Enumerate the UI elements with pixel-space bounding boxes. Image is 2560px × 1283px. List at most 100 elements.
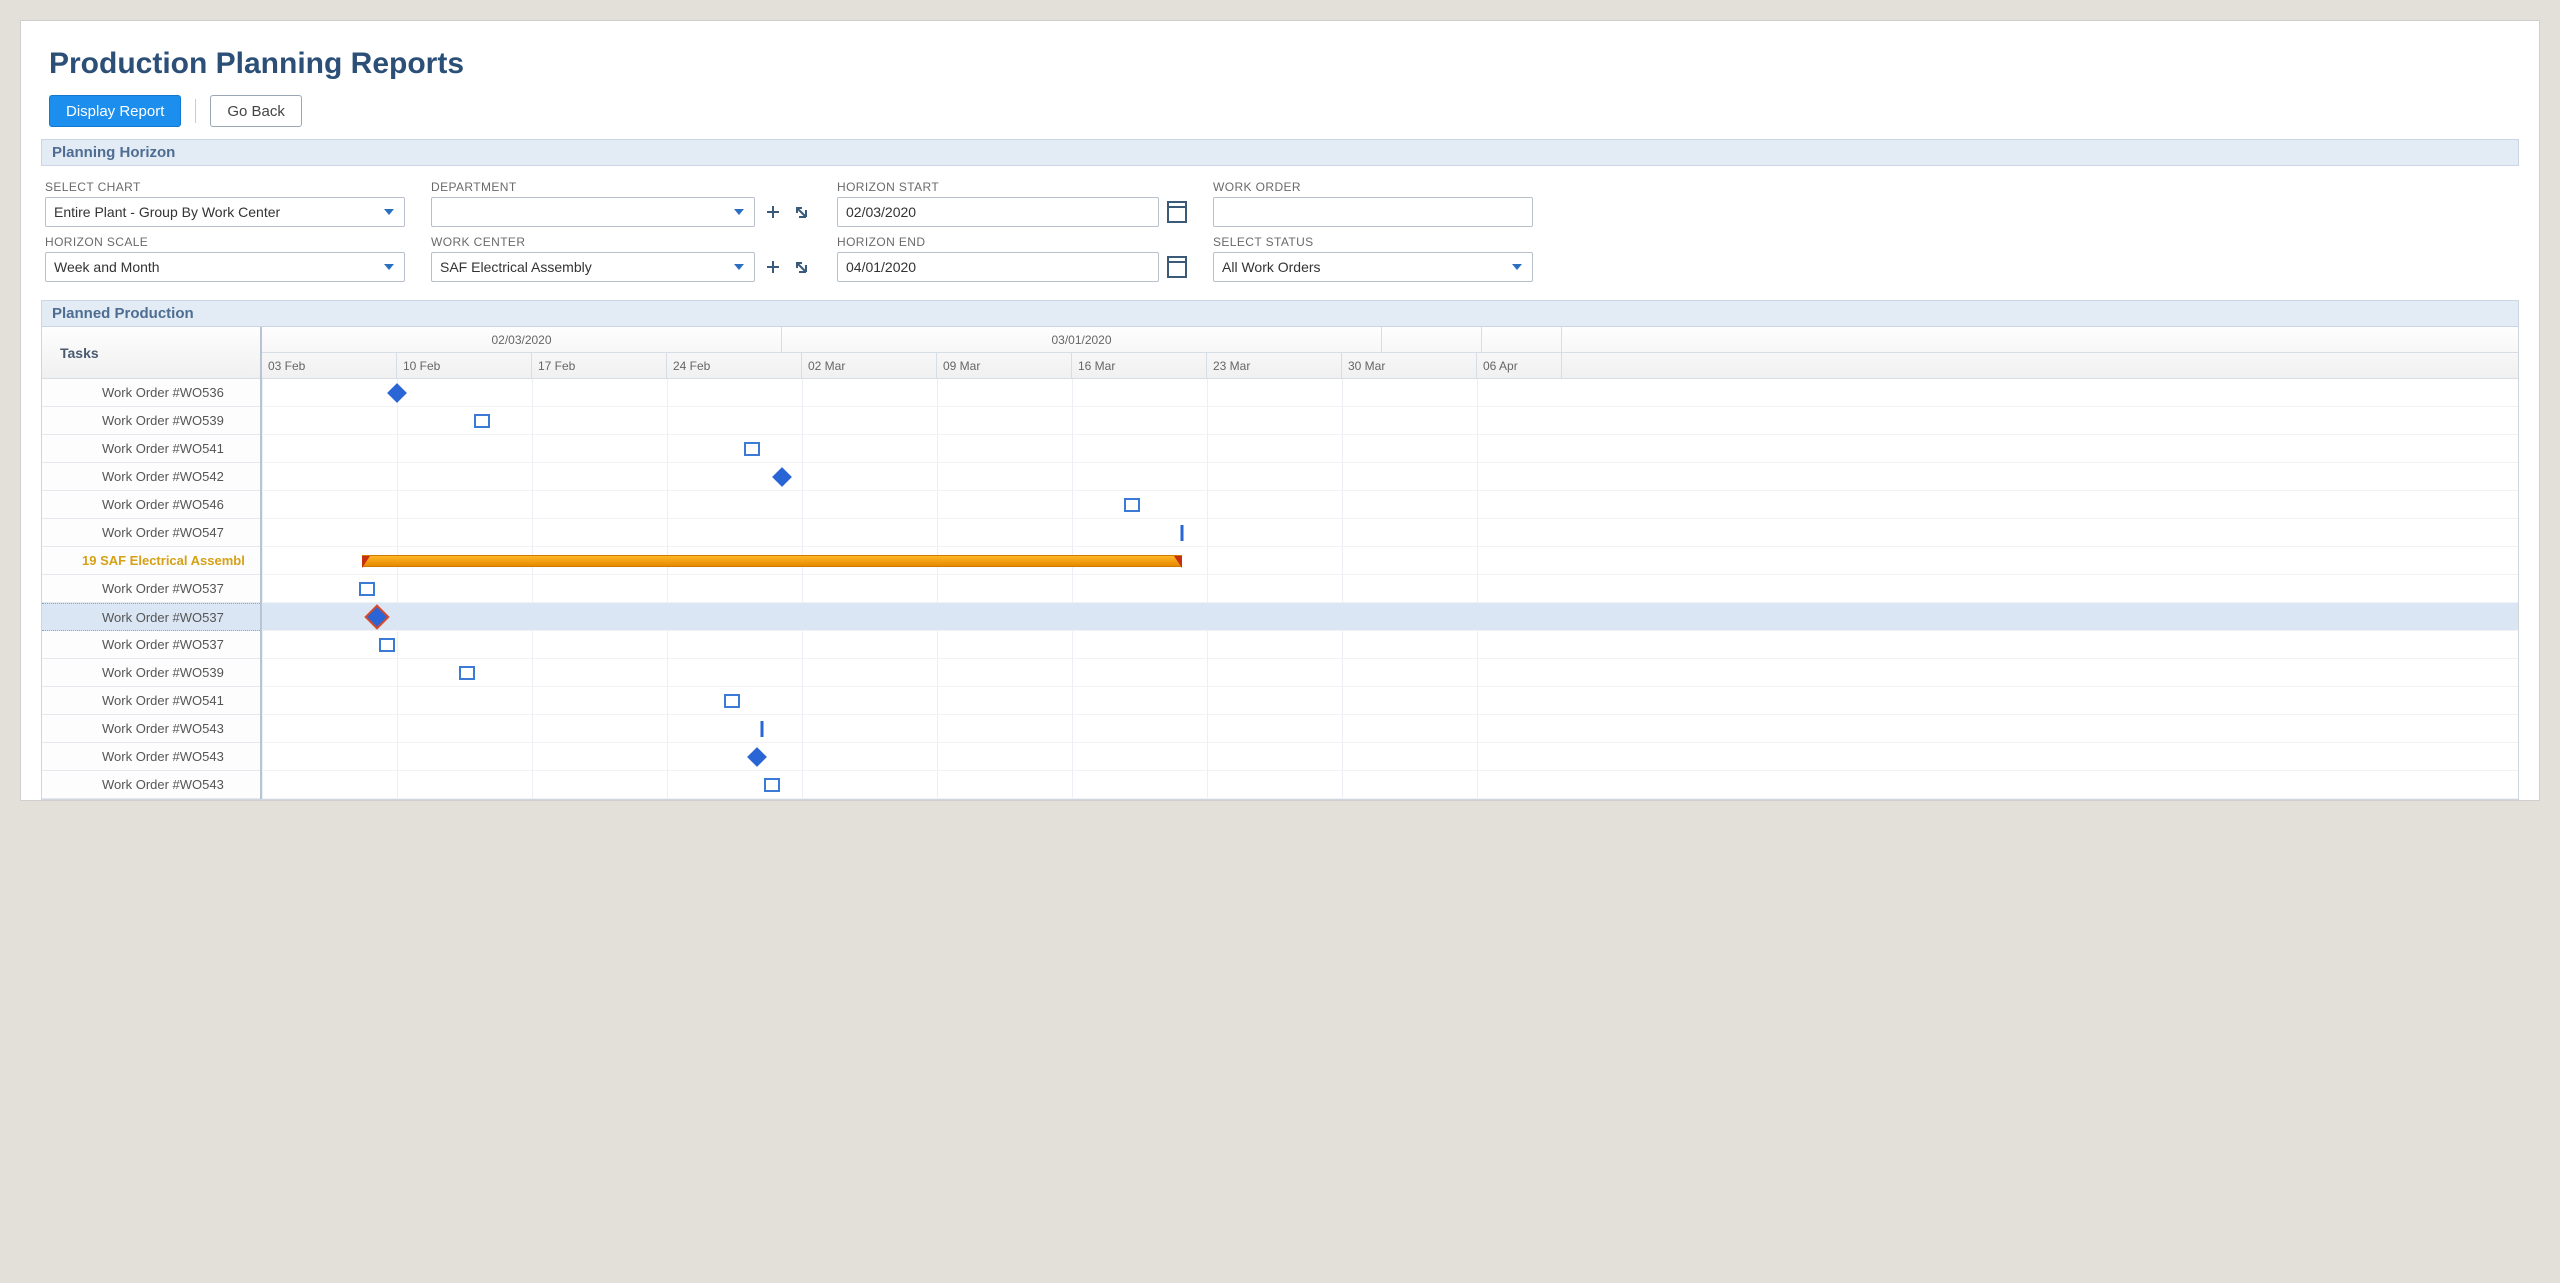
gantt-task-row[interactable]: Work Order #WO539 — [42, 659, 260, 687]
gantt-milestone-marker[interactable] — [764, 778, 780, 792]
gantt-grid-row[interactable] — [262, 687, 2518, 715]
gantt-task-row[interactable]: Work Order #WO542 — [42, 463, 260, 491]
horizon-end-label: HORIZON END — [837, 235, 1187, 249]
gantt-milestone-marker[interactable] — [1124, 498, 1140, 512]
gantt-milestone-marker[interactable] — [359, 582, 375, 596]
gantt-grid-row[interactable] — [262, 547, 2518, 575]
work-center-dropdown[interactable]: SAF Electrical Assembly — [431, 252, 755, 282]
select-chart-label: SELECT CHART — [45, 180, 405, 194]
page-container: Production Planning Reports Display Repo… — [20, 20, 2540, 801]
gantt-grid-row[interactable] — [262, 519, 2518, 547]
select-status-dropdown[interactable]: All Work Orders — [1213, 252, 1533, 282]
horizon-start-calendar-button[interactable] — [1167, 202, 1187, 222]
gantt-tasks-header: Tasks — [42, 327, 260, 379]
gantt-timeline[interactable]: 02/03/202003/01/2020 03 Feb10 Feb17 Feb2… — [262, 327, 2518, 799]
gantt-task-row[interactable]: Work Order #WO537 — [42, 603, 260, 631]
work-center-label: WORK CENTER — [431, 235, 811, 249]
gantt-grid-row[interactable] — [262, 575, 2518, 603]
gantt-month-cell: 03/01/2020 — [782, 327, 1382, 352]
gantt-milestone-marker[interactable] — [1181, 525, 1184, 541]
gantt-task-row[interactable]: Work Order #WO541 — [42, 435, 260, 463]
gantt-group-row[interactable]: 19 SAF Electrical Assembl — [42, 547, 260, 575]
field-select-chart: SELECT CHART Entire Plant - Group By Wor… — [45, 180, 405, 227]
gantt-milestone-marker[interactable] — [744, 442, 760, 456]
gantt-task-list: Work Order #WO536Work Order #WO539Work O… — [42, 379, 260, 799]
gantt-grid-row[interactable] — [262, 463, 2518, 491]
horizon-end-input[interactable]: 04/01/2020 — [837, 252, 1159, 282]
chevron-down-icon — [734, 264, 744, 270]
calendar-icon — [1167, 201, 1187, 223]
field-department: DEPARTMENT — [431, 180, 811, 227]
gantt-milestone-marker[interactable] — [474, 414, 490, 428]
gantt-grid-row[interactable] — [262, 659, 2518, 687]
gantt-week-cell: 17 Feb — [532, 353, 667, 378]
select-chart-dropdown[interactable]: Entire Plant - Group By Work Center — [45, 197, 405, 227]
gantt-week-cell: 23 Mar — [1207, 353, 1342, 378]
gantt-milestone-marker[interactable] — [387, 383, 407, 403]
planning-horizon-header: Planning Horizon — [41, 139, 2519, 166]
open-department-button[interactable] — [791, 202, 811, 222]
gantt-grid-row[interactable] — [262, 379, 2518, 407]
calendar-icon — [1167, 256, 1187, 278]
work-order-label: WORK ORDER — [1213, 180, 1533, 194]
gantt-chart: Tasks Work Order #WO536Work Order #WO539… — [41, 327, 2519, 800]
toolbar: Display Report Go Back — [49, 95, 2519, 127]
gantt-month-cell — [1482, 327, 1562, 352]
gantt-milestone-marker[interactable] — [761, 721, 764, 737]
go-back-button[interactable]: Go Back — [210, 95, 302, 127]
gantt-task-row[interactable]: Work Order #WO541 — [42, 687, 260, 715]
chevron-down-icon — [1512, 264, 1522, 270]
gantt-week-cell: 03 Feb — [262, 353, 397, 378]
horizon-end-value: 04/01/2020 — [846, 259, 916, 275]
add-work-center-button[interactable] — [763, 257, 783, 277]
planned-production-header: Planned Production — [41, 300, 2519, 327]
gantt-grid-row[interactable] — [262, 407, 2518, 435]
gantt-week-row: 03 Feb10 Feb17 Feb24 Feb02 Mar09 Mar16 M… — [262, 353, 2518, 379]
open-work-center-button[interactable] — [791, 257, 811, 277]
gantt-milestone-marker[interactable] — [747, 747, 767, 767]
gantt-body — [262, 379, 2518, 799]
gantt-milestone-marker[interactable] — [724, 694, 740, 708]
gantt-task-row[interactable]: Work Order #WO543 — [42, 743, 260, 771]
gantt-milestone-marker[interactable] — [379, 638, 395, 652]
gantt-group-bar[interactable] — [362, 555, 1182, 567]
toolbar-divider — [195, 99, 196, 123]
gantt-week-cell: 30 Mar — [1342, 353, 1477, 378]
gantt-grid-row[interactable] — [262, 771, 2518, 799]
gantt-task-row[interactable]: Work Order #WO546 — [42, 491, 260, 519]
department-dropdown[interactable] — [431, 197, 755, 227]
gantt-milestone-marker[interactable] — [459, 666, 475, 680]
select-chart-value: Entire Plant - Group By Work Center — [54, 204, 280, 220]
field-horizon-scale: HORIZON SCALE Week and Month — [45, 235, 405, 282]
horizon-scale-dropdown[interactable]: Week and Month — [45, 252, 405, 282]
gantt-grid-row[interactable] — [262, 631, 2518, 659]
gantt-milestone-marker[interactable] — [772, 467, 792, 487]
gantt-week-cell: 09 Mar — [937, 353, 1072, 378]
gantt-grid-row[interactable] — [262, 743, 2518, 771]
work-center-value: SAF Electrical Assembly — [440, 259, 592, 275]
gantt-task-row[interactable]: Work Order #WO537 — [42, 631, 260, 659]
gantt-milestone-marker[interactable] — [367, 607, 387, 627]
gantt-grid-row[interactable] — [262, 603, 2518, 631]
horizon-end-calendar-button[interactable] — [1167, 257, 1187, 277]
gantt-grid-row[interactable] — [262, 491, 2518, 519]
display-report-button[interactable]: Display Report — [49, 95, 181, 127]
gantt-task-row[interactable]: Work Order #WO543 — [42, 715, 260, 743]
gantt-task-row[interactable]: Work Order #WO543 — [42, 771, 260, 799]
add-department-button[interactable] — [763, 202, 783, 222]
horizon-scale-value: Week and Month — [54, 259, 160, 275]
work-order-input[interactable] — [1213, 197, 1533, 227]
chevron-down-icon — [384, 209, 394, 215]
chevron-down-icon — [734, 209, 744, 215]
gantt-task-row[interactable]: Work Order #WO537 — [42, 575, 260, 603]
gantt-task-row[interactable]: Work Order #WO547 — [42, 519, 260, 547]
chevron-down-icon — [384, 264, 394, 270]
horizon-start-input[interactable]: 02/03/2020 — [837, 197, 1159, 227]
gantt-timeline-header: 02/03/202003/01/2020 03 Feb10 Feb17 Feb2… — [262, 327, 2518, 379]
gantt-task-row[interactable]: Work Order #WO539 — [42, 407, 260, 435]
gantt-grid-row[interactable] — [262, 435, 2518, 463]
gantt-task-row[interactable]: Work Order #WO536 — [42, 379, 260, 407]
select-status-value: All Work Orders — [1222, 259, 1321, 275]
horizon-scale-label: HORIZON SCALE — [45, 235, 405, 249]
gantt-grid-row[interactable] — [262, 715, 2518, 743]
